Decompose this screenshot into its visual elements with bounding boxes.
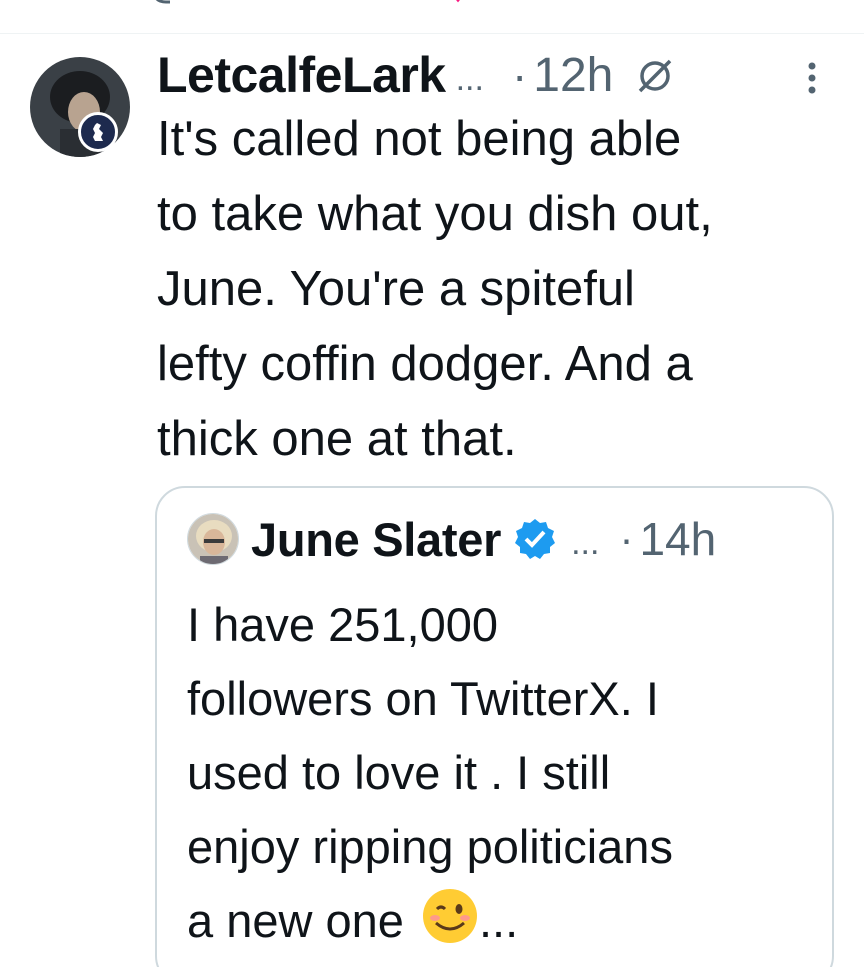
like-icon[interactable] [448,0,476,10]
name-ellipsis: ... [455,59,484,98]
views-icon[interactable] [596,0,624,10]
quoted-tweet-header: June Slater ... · 14h [187,508,716,570]
action-bar [0,0,864,14]
quoted-line: I have 251,000 [187,598,498,651]
edit-icon[interactable] [635,56,675,101]
tweet-text: It's called not being able to take what … [157,102,847,477]
quoted-timestamp[interactable]: 14h [639,512,716,566]
quoted-line: enjoy ripping politicians [187,820,673,873]
quoted-name-ellipsis: ... [571,523,600,562]
winking-face-emoji [421,887,479,966]
reply-icon[interactable] [150,0,178,10]
author-name[interactable]: LetcalfeLark [157,46,446,104]
tweet-line: to take what you dish out, [157,187,713,241]
tweet-header: LetcalfeLark ... · 12h [157,40,675,110]
bookmark-icon[interactable] [740,0,768,10]
quoted-line-last: a new one ... [187,884,817,966]
tweet-line: lefty coffin dodger. And a [157,337,693,391]
tweet-line: thick one at that. [157,412,517,466]
quoted-author-name[interactable]: June Slater [251,512,501,567]
retweet-icon[interactable] [300,0,328,10]
tweet-line: June. You're a spiteful [157,262,635,316]
quoted-line: followers on TwitterX. I [187,672,659,725]
more-icon[interactable] [802,60,822,96]
quoted-avatar[interactable] [187,513,239,565]
share-icon[interactable] [800,0,828,10]
timestamp[interactable]: 12h [533,48,613,103]
separator-dot: · [511,49,528,101]
quoted-tweet-text: I have 251,000 followers on TwitterX. I … [187,588,817,966]
quoted-line-text: a new one [187,894,404,947]
divider [0,33,864,34]
flag-badge-icon [78,112,118,152]
quoted-separator-dot: · [619,515,634,562]
verified-badge-icon [513,517,557,566]
quoted-line: used to love it . I still [187,746,611,799]
tweet-line: It's called not being able [157,112,682,166]
quoted-tweet-card[interactable]: June Slater ... · 14h I have 251,000 fol… [155,486,834,967]
quoted-trailing-text: ... [478,894,519,947]
